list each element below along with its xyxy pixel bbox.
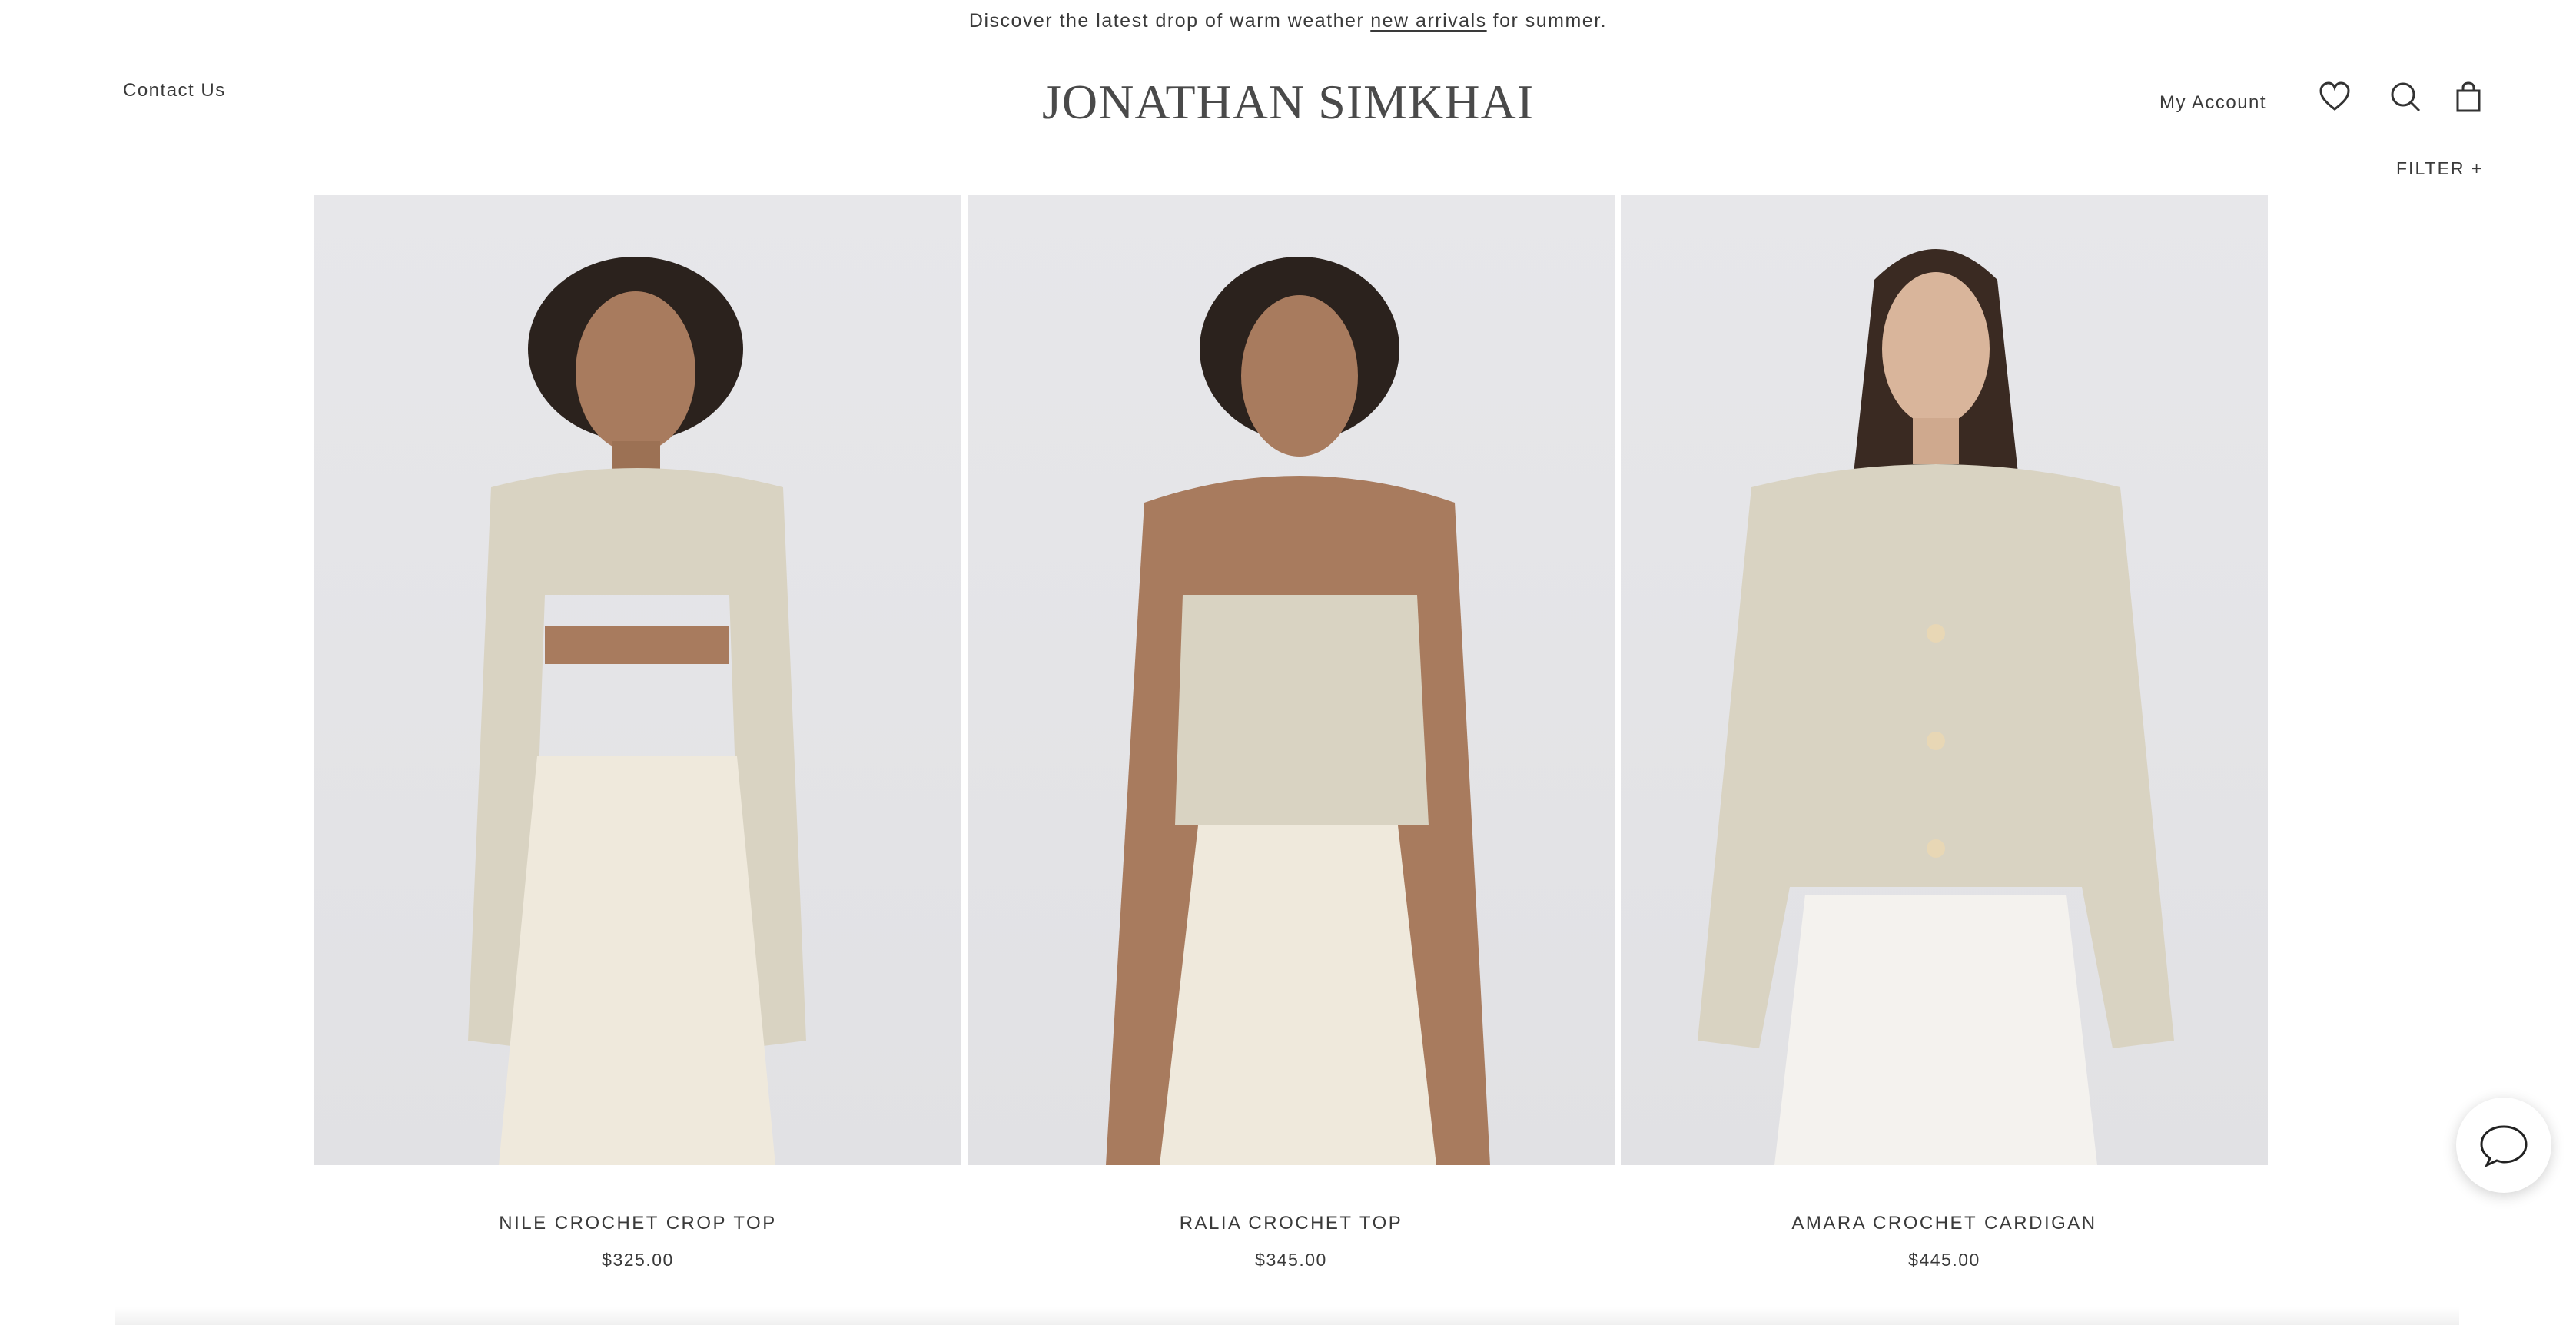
product-image[interactable] [968, 195, 1615, 1165]
product-grid: NILE CROCHET CROP TOP $325.00 RALIA CROC… [314, 195, 2268, 1270]
new-arrivals-link[interactable]: new arrivals [1370, 10, 1486, 32]
announcement-bar: Discover the latest drop of warm weather… [0, 0, 2576, 42]
model-photo-ralia [1106, 257, 1490, 1165]
product-card[interactable]: AMARA CROCHET CARDIGAN $445.00 [1621, 195, 2268, 1270]
bottom-shadow [115, 1307, 2459, 1325]
product-card[interactable]: RALIA CROCHET TOP $345.00 [968, 195, 1615, 1270]
product-card[interactable]: NILE CROCHET CROP TOP $325.00 [314, 195, 961, 1270]
chat-button[interactable] [2456, 1098, 2551, 1193]
model-photo-nile [468, 257, 806, 1165]
model-photo-amara [1698, 249, 2174, 1165]
product-price: $445.00 [1908, 1250, 1980, 1270]
my-account-link[interactable]: My Account [2159, 92, 2266, 114]
announcement-prefix: Discover the latest drop of warm weather [968, 9, 1365, 32]
product-image[interactable] [1621, 195, 2268, 1165]
product-name[interactable]: AMARA CROCHET CARDIGAN [1621, 1213, 2268, 1234]
product-price: $325.00 [602, 1250, 674, 1270]
heart-icon[interactable] [2318, 80, 2352, 114]
chat-bubble-icon [2480, 1125, 2528, 1168]
product-image[interactable] [314, 195, 961, 1165]
filter-button[interactable]: FILTER + [2396, 158, 2483, 179]
product-price: $345.00 [1255, 1250, 1327, 1270]
product-name[interactable]: NILE CROCHET CROP TOP [314, 1213, 961, 1234]
shopping-bag-icon[interactable] [2452, 80, 2485, 114]
product-name[interactable]: RALIA CROCHET TOP [968, 1213, 1615, 1234]
announcement-suffix: for summer. [1492, 9, 1608, 32]
search-icon[interactable] [2388, 80, 2422, 114]
